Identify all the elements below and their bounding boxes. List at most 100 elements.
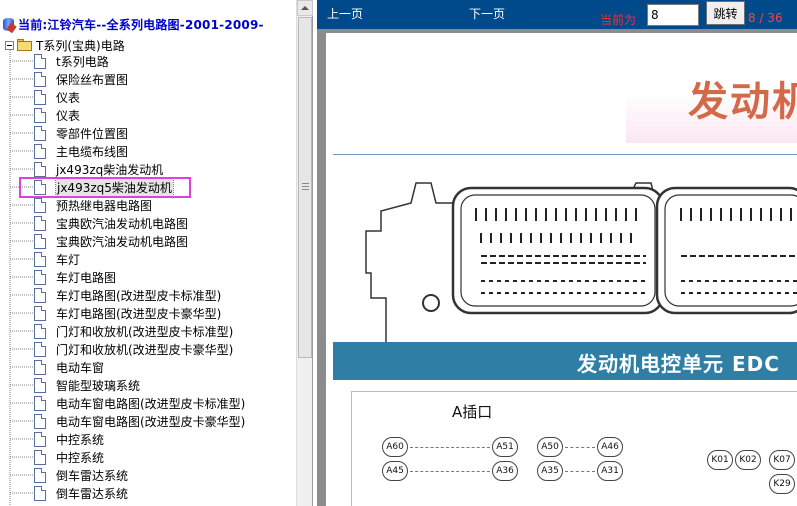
document-icon <box>34 215 46 231</box>
tree-item-label: 电动车窗电路图(改进型皮卡标准型) <box>56 396 246 411</box>
pin-connection-line <box>565 447 595 448</box>
collapse-icon[interactable] <box>5 40 14 50</box>
connector-pin: A35 <box>537 461 563 481</box>
ecu-connector-drawing <box>333 154 797 343</box>
tree-item[interactable]: 车灯电路图 <box>34 268 116 286</box>
tree-item-label: 中控系统 <box>56 432 105 447</box>
document-icon <box>34 287 46 303</box>
tree-item[interactable]: 门灯和收放机(改进型皮卡标准型) <box>34 322 233 340</box>
tree-item-label: 倒车雷达系统 <box>56 468 129 483</box>
pin-panel <box>351 391 797 506</box>
document-icon <box>34 89 46 105</box>
arrow-up-icon <box>301 6 309 10</box>
viewer-panel: 上一页 下一页 当前为 跳转 8 / 36 发动机 <box>317 0 797 506</box>
tree-item[interactable]: jx493zq柴油发动机 <box>34 160 163 178</box>
tree-item[interactable]: 电动车窗 <box>34 358 104 376</box>
document-icon <box>34 359 46 375</box>
pin-connection-line <box>410 471 490 472</box>
document-icon <box>34 197 46 213</box>
tree-item-label: 门灯和收放机(改进型皮卡标准型) <box>56 324 234 339</box>
tree-item-label: 车灯电路图(改进型皮卡标准型) <box>56 288 222 303</box>
next-page-link[interactable]: 下一页 <box>469 5 505 22</box>
tree-item[interactable]: 车灯 <box>34 250 80 268</box>
connector-pin: A31 <box>597 461 623 481</box>
ecu-band-text: 发动机电控单元 EDC <box>577 352 780 376</box>
tree-item-label: 宝典欧汽油发动机电路图 <box>56 234 189 249</box>
tree-item[interactable]: 车灯电路图(改进型皮卡豪华型) <box>34 304 221 322</box>
connector-pin: K01 <box>707 450 733 470</box>
connector-pin: A46 <box>597 437 623 457</box>
tree-header-title: 当前:江铃汽车--全系列电路图-2001-2009- <box>18 17 264 32</box>
tree-item[interactable]: 主电缆布线图 <box>34 142 128 160</box>
tree-item-label: 宝典欧汽油发动机电路图 <box>56 216 189 231</box>
tree-item[interactable]: 电动车窗电路图(改进型皮卡豪华型) <box>34 412 245 430</box>
tree-item-label: 门灯和收放机(改进型皮卡豪华型) <box>56 342 234 357</box>
tree-item-label: 车灯电路图 <box>56 270 117 285</box>
document-icon <box>34 485 46 501</box>
document-icon <box>34 431 46 447</box>
tree-item-label: t系列电路 <box>56 54 109 69</box>
document-icon <box>34 269 46 285</box>
connector-pin: A36 <box>492 461 518 481</box>
tree-item[interactable]: 倒车雷达系统 <box>34 466 128 484</box>
document-icon <box>34 413 46 429</box>
tree-item-label: 仪表 <box>56 90 81 105</box>
document-icon <box>34 449 46 465</box>
tree-item[interactable]: t系列电路 <box>34 52 109 70</box>
pin-connection-line <box>565 471 595 472</box>
document-icon <box>34 107 46 123</box>
page-count: 8 / 36 <box>748 11 783 25</box>
document-icon <box>34 305 46 321</box>
tree-item[interactable]: 宝典欧汽油发动机电路图 <box>34 232 188 250</box>
connector-pin: A50 <box>537 437 563 457</box>
tree-item[interactable]: 智能型玻璃系统 <box>34 376 140 394</box>
document-page: 发动机 发动机电控单元 EDC A插口 A60 A51 A50 A46 A45 … <box>326 33 797 506</box>
current-page-label: 当前为 <box>600 13 637 27</box>
tree-item[interactable]: 预热继电器电路图 <box>34 196 152 214</box>
tree-item[interactable]: 保险丝布置图 <box>34 70 128 88</box>
tree-item[interactable]: 中控系统 <box>34 430 104 448</box>
tree-scrollbar[interactable] <box>296 0 313 506</box>
tree-item[interactable]: 仪表 <box>34 106 80 124</box>
tree-panel: 当前:江铃汽车--全系列电路图-2001-2009- T系列(宝典)电路 t系列… <box>0 0 313 506</box>
tree-item[interactable]: 零部件位置图 <box>34 124 128 142</box>
tree-item[interactable]: 电动车窗电路图(改进型皮卡标准型) <box>34 394 245 412</box>
document-icon <box>34 341 46 357</box>
document-icon <box>34 233 46 249</box>
tree-item-label: 仪表 <box>56 108 81 123</box>
document-icon <box>34 251 46 267</box>
viewer-toolbar: 上一页 下一页 当前为 跳转 8 / 36 <box>317 0 797 29</box>
document-icon <box>34 323 46 339</box>
tree-item[interactable]: 倒车雷达系统 <box>34 484 128 502</box>
folder-open-icon <box>17 39 33 51</box>
pin-section-label: A插口 <box>452 403 493 421</box>
document-icon <box>34 377 46 393</box>
document-icon <box>34 53 46 69</box>
tree-item-label: 零部件位置图 <box>56 126 129 141</box>
ecu-title-band: 发动机电控单元 EDC <box>333 342 797 380</box>
document-icon <box>34 395 46 411</box>
prev-page-link[interactable]: 上一页 <box>327 5 363 22</box>
scroll-up-button[interactable] <box>297 0 313 16</box>
grip-icon <box>302 183 309 192</box>
page-number-input[interactable] <box>647 4 699 26</box>
tree-item-label: 主电缆布线图 <box>56 144 129 159</box>
tree-item[interactable]: 门灯和收放机(改进型皮卡豪华型) <box>34 340 233 358</box>
connector-pin: K02 <box>735 450 761 470</box>
tree-item[interactable]: 中控系统 <box>34 448 104 466</box>
tree-item[interactable]: 仪表 <box>34 88 80 106</box>
tree-item[interactable]: 宝典欧汽油发动机电路图 <box>34 214 188 232</box>
goto-page-button[interactable]: 跳转 <box>706 1 745 25</box>
tree-item-label: 电动车窗电路图(改进型皮卡豪华型) <box>56 414 246 429</box>
document-icon <box>34 125 46 141</box>
document-icon <box>34 71 46 87</box>
tree-root-label: T系列(宝典)电路 <box>36 38 125 53</box>
tree-item-label: 电动车窗 <box>56 360 105 375</box>
document-area: 发动机 发动机电控单元 EDC A插口 A60 A51 A50 A46 A45 … <box>317 29 797 506</box>
tree-item[interactable]: 车灯电路图(改进型皮卡标准型) <box>34 286 221 304</box>
connector-pin: K07 <box>769 450 795 470</box>
tree-header: 当前:江铃汽车--全系列电路图-2001-2009- <box>3 15 264 34</box>
database-icon <box>3 17 17 34</box>
scroll-thumb[interactable] <box>298 17 312 358</box>
connector-pin: A60 <box>382 437 408 457</box>
